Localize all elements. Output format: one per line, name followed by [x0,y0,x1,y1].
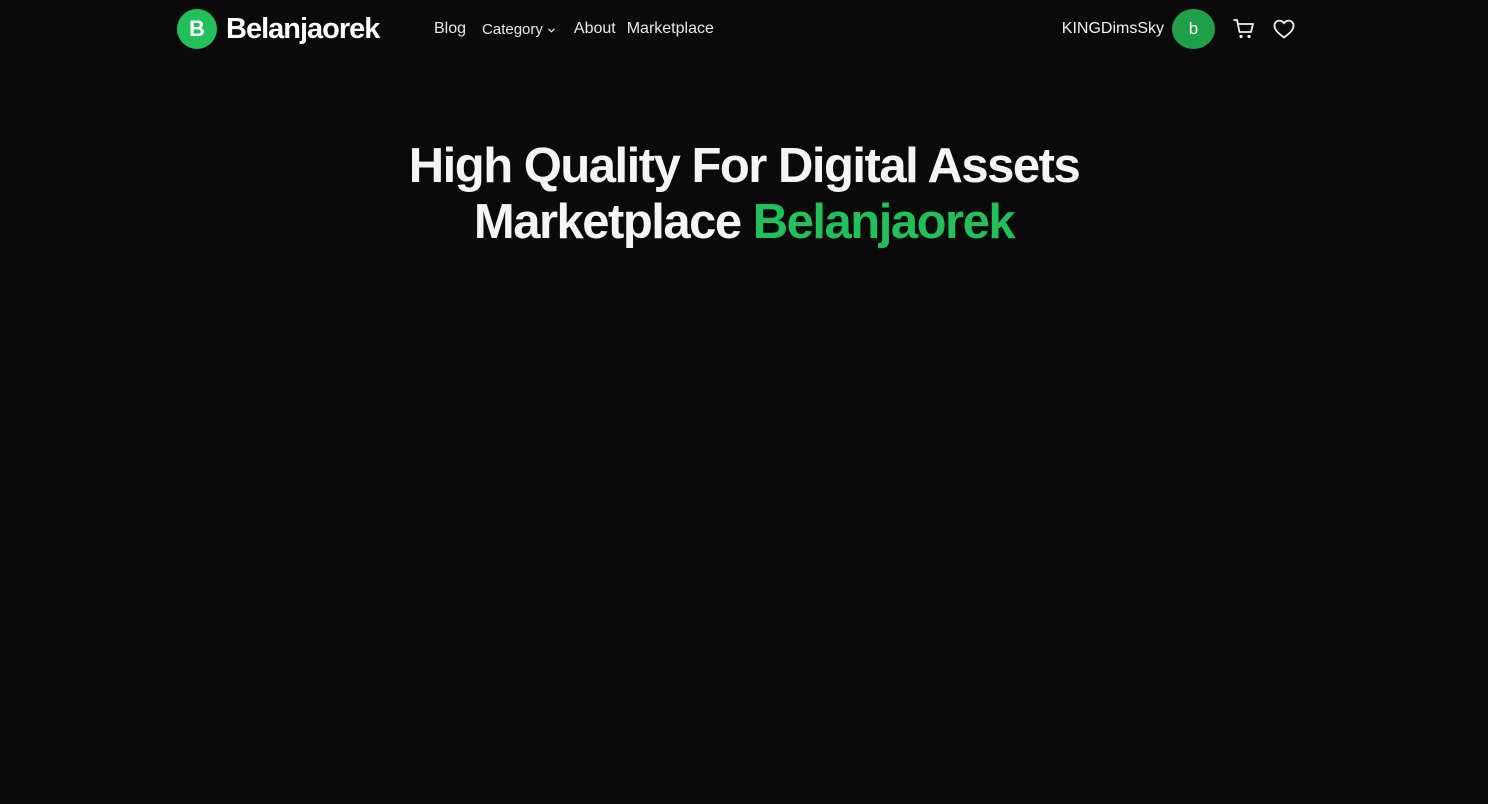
brand-name: Belanjaorek [226,12,380,45]
cart-icon [1233,19,1254,39]
nav-link-about[interactable]: About [574,20,616,38]
brand-badge-icon: B [177,9,217,49]
cart-button[interactable] [1231,16,1257,42]
nav-link-marketplace[interactable]: Marketplace [627,20,714,38]
nav-dropdown-category[interactable]: Category [482,21,556,38]
hero-section: High Quality For Digital Assets Marketpl… [0,138,1488,250]
hero-title-line-2: Marketplace Belanjaorek [0,194,1488,250]
nav-category-label: Category [482,20,543,38]
chevron-down-icon [548,28,555,32]
top-navbar: B Belanjaorek Blog Category About Market… [0,0,1488,58]
avatar[interactable]: b [1172,9,1215,49]
wishlist-button[interactable] [1271,16,1297,42]
user-area: KINGDimsSky b [1062,9,1297,49]
heart-icon [1273,19,1295,39]
username[interactable]: KINGDimsSky [1062,20,1164,38]
hero-title: High Quality For Digital Assets Marketpl… [0,138,1488,250]
hero-title-accent: Belanjaorek [752,195,1016,249]
main-nav: Blog Category About Marketplace [434,18,714,40]
nav-link-blog[interactable]: Blog [434,20,466,38]
hero-title-line-1: High Quality For Digital Assets [408,139,1081,193]
hero-title-prefix: Marketplace [473,195,742,249]
brand-logo-link[interactable]: B Belanjaorek [177,9,380,49]
